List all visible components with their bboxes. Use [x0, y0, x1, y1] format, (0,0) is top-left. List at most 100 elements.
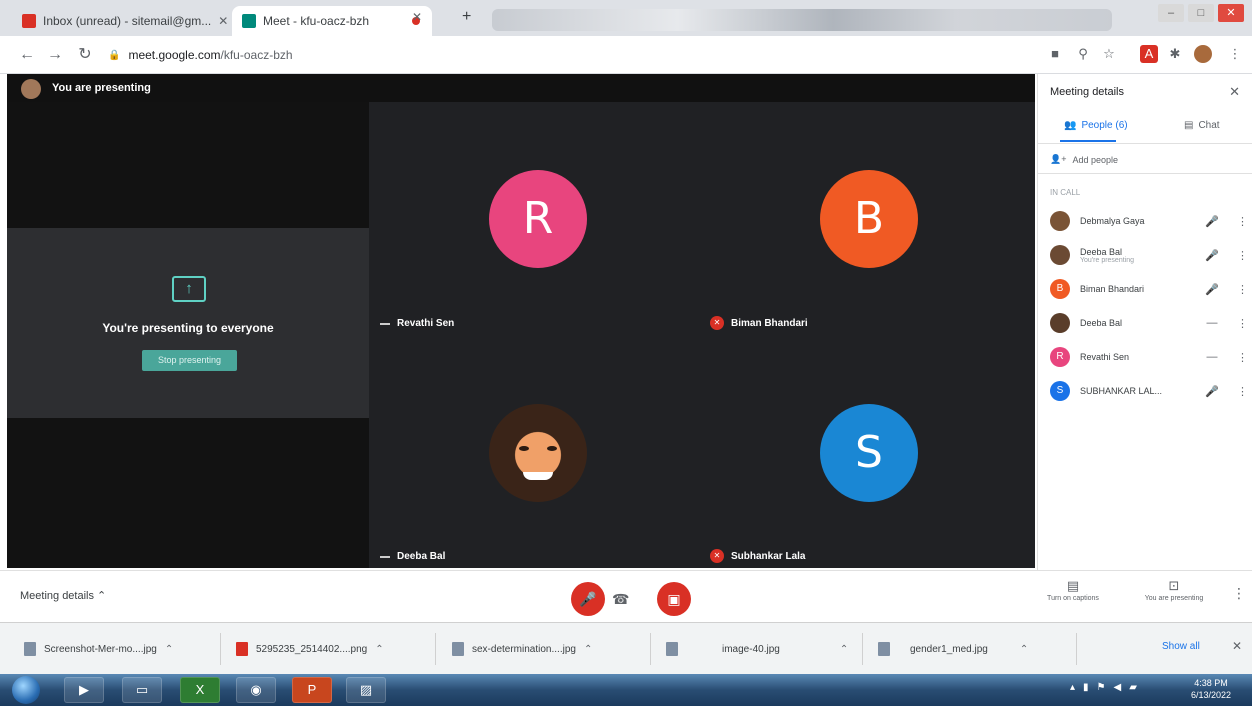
mic-icon[interactable]: —: [1205, 317, 1219, 329]
more-options-icon[interactable]: ⋮: [1237, 317, 1248, 330]
menu-icon[interactable]: ⋮: [1226, 45, 1244, 63]
download-item[interactable]: sex-determination....jpg ⌃: [452, 633, 642, 665]
minimize-button[interactable]: –: [1158, 4, 1184, 22]
download-filename: gender1_med.jpg: [910, 643, 988, 655]
forward-icon[interactable]: →: [44, 44, 66, 66]
reload-icon[interactable]: ↻: [74, 44, 96, 66]
participant-name-label: Deeba Bal: [1080, 318, 1123, 328]
more-options-icon[interactable]: ⋮: [1237, 215, 1248, 228]
add-people-button[interactable]: 👤+ Add people: [1050, 154, 1118, 165]
more-options-icon[interactable]: ⋮: [1237, 351, 1248, 364]
mic-icon[interactable]: 🎤: [1205, 215, 1219, 228]
participant-name: Debmalya Gaya: [1080, 216, 1172, 226]
flag-icon[interactable]: ⚑: [1097, 682, 1106, 693]
tab-gmail[interactable]: Inbox (unread) - sitemail@gm... ✕: [12, 6, 232, 36]
participant-name-label: Revathi Sen: [1080, 352, 1130, 362]
photos-icon[interactable]: ▨: [346, 677, 386, 703]
close-icon[interactable]: ✕: [412, 10, 422, 24]
participant-row[interactable]: R Revathi Sen — ⋮: [1050, 342, 1248, 372]
tab-people[interactable]: 👥 People (6): [1064, 120, 1128, 131]
hang-up-button[interactable]: ☎: [612, 591, 629, 608]
chevron-up-icon[interactable]: ⌃: [840, 644, 848, 655]
volume-icon[interactable]: ◀: [1114, 682, 1122, 693]
participant-row[interactable]: S SUBHANKAR LAL... 🎤 ⋮: [1050, 376, 1248, 406]
excel-icon[interactable]: X: [180, 677, 220, 703]
star-icon[interactable]: ☆: [1100, 45, 1118, 63]
chevron-up-icon[interactable]: ⌃: [1020, 644, 1028, 655]
more-options-icon[interactable]: ⋮: [1237, 249, 1248, 262]
participant-row[interactable]: B Biman Bhandari 🎤 ⋮: [1050, 274, 1248, 304]
download-filename: 5295235_2514402....png: [256, 643, 368, 655]
avatar[interactable]: [1194, 45, 1212, 63]
extensions-icon[interactable]: ✱: [1166, 45, 1184, 63]
avatar: B: [1050, 279, 1070, 299]
participant-row[interactable]: Deeba Bal You're presenting 🎤 ⋮: [1050, 240, 1248, 270]
download-item[interactable]: gender1_med.jpg ⌃: [878, 633, 1068, 665]
tab-chat[interactable]: ▤ Chat: [1184, 120, 1220, 131]
mic-off-icon: ✕: [710, 316, 724, 330]
participant-row[interactable]: Deeba Bal — ⋮: [1050, 308, 1248, 338]
avatar: R: [1050, 347, 1070, 367]
participant-name-label: Biman Bhandari: [1080, 284, 1145, 294]
avatar: S: [1050, 381, 1070, 401]
participant-name: ✕ Biman Bhandari: [710, 316, 808, 330]
presenting-banner-label: You are presenting: [52, 82, 151, 94]
file-explorer-icon[interactable]: ▭: [122, 677, 162, 703]
back-icon[interactable]: ←: [16, 44, 38, 66]
tab-meet[interactable]: Meet - kfu-oacz-bzh: [232, 6, 432, 36]
close-icon[interactable]: ✕: [1232, 639, 1242, 653]
close-icon[interactable]: ✕: [1229, 84, 1240, 100]
show-all-button[interactable]: Show all: [1162, 641, 1200, 652]
search-icon[interactable]: ⚲: [1074, 45, 1092, 63]
download-item[interactable]: image-40.jpg ⌃: [666, 633, 856, 665]
chevron-up-icon[interactable]: ⌃: [375, 644, 383, 655]
new-tab-button[interactable]: +: [462, 8, 471, 26]
mic-icon[interactable]: —: [1205, 351, 1219, 363]
present-screen-icon: ↑: [172, 276, 206, 302]
network-icon[interactable]: ▮: [1083, 682, 1089, 693]
maximize-button[interactable]: □: [1188, 4, 1214, 22]
more-options-icon[interactable]: ⋮: [1232, 585, 1246, 602]
more-options-icon[interactable]: ⋮: [1237, 283, 1248, 296]
window-close-button[interactable]: ✕: [1218, 4, 1244, 22]
battery-icon[interactable]: ▰: [1129, 682, 1137, 693]
chevron-up-icon[interactable]: ⌃: [165, 644, 173, 655]
more-options-icon[interactable]: ⋮: [1237, 385, 1248, 398]
captions-button[interactable]: ▤ Turn on captions: [1040, 579, 1106, 604]
divider: [1076, 633, 1077, 665]
pdf-extension-icon[interactable]: A: [1140, 45, 1158, 63]
camera-off-button[interactable]: ▣: [657, 582, 691, 616]
download-filename: Screenshot-Mer-mo....jpg: [44, 643, 157, 655]
stop-presenting-button[interactable]: Stop presenting: [142, 350, 237, 371]
taskbar-clock[interactable]: 4:38 PM 6/13/2022: [1180, 677, 1242, 701]
powerpoint-icon[interactable]: P: [292, 677, 332, 703]
mic-icon[interactable]: 🎤: [1205, 249, 1219, 262]
download-item[interactable]: 5295235_2514402....png ⌃: [236, 633, 426, 665]
participant-name: ✕ Subhankar Lala: [710, 549, 805, 563]
meeting-details-button[interactable]: Meeting details ⌃: [20, 589, 106, 602]
download-item[interactable]: Screenshot-Mer-mo....jpg ⌃: [24, 633, 214, 665]
media-player-icon[interactable]: ▶: [64, 677, 104, 703]
mic-icon[interactable]: 🎤: [1205, 385, 1219, 398]
participant-name: Deeba Bal: [380, 551, 445, 562]
mic-off-button[interactable]: 🎤: [571, 582, 605, 616]
show-hidden-icons-icon[interactable]: ▴: [1070, 682, 1075, 693]
participant-row[interactable]: Debmalya Gaya 🎤 ⋮: [1050, 206, 1248, 236]
close-icon[interactable]: ✕: [218, 14, 228, 28]
chrome-icon[interactable]: ◉: [236, 677, 276, 703]
lock-icon: 🔒: [108, 49, 121, 61]
chevron-up-icon[interactable]: ⌃: [584, 644, 592, 655]
participant-name: Revathi Sen: [1080, 352, 1172, 362]
participant-name-label: Debmalya Gaya: [1080, 216, 1145, 226]
window-controls: – □ ✕: [1158, 4, 1244, 22]
image-file-icon: [452, 642, 464, 656]
mic-icon[interactable]: 🎤: [1205, 283, 1219, 296]
start-button[interactable]: [12, 676, 40, 704]
clock-date: 6/13/2022: [1190, 690, 1232, 700]
address-bar[interactable]: 🔒 meet.google.com/kfu-oacz-bzh: [108, 43, 1008, 67]
url-host: meet.google.com: [128, 48, 221, 62]
audio-level-icon: [380, 555, 390, 558]
presenting-button[interactable]: ⊡ You are presenting: [1134, 579, 1214, 604]
avatar: [1050, 245, 1070, 265]
camera-icon[interactable]: ■: [1046, 45, 1064, 63]
